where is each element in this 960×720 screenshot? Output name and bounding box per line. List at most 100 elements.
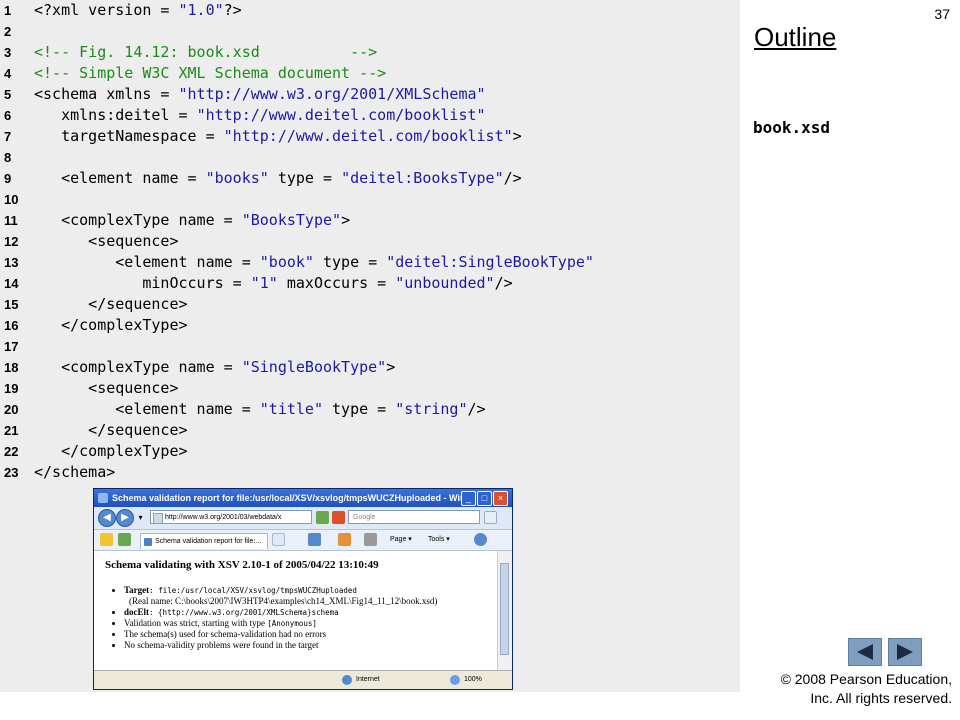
target-real-name: (Real name: C:\books\2007\IW3HTP4\exampl… [129, 596, 438, 606]
code-token: <schema xmlns = [34, 85, 179, 103]
string-token: "1" [250, 274, 278, 292]
line-number: 20 [4, 402, 19, 417]
string-token: "string" [395, 400, 468, 418]
line-number: 13 [4, 255, 19, 270]
string-token: "book" [259, 253, 314, 271]
copyright-line-2: Inc. All rights reserved. [810, 690, 952, 706]
code-text: minOccurs = "1" maxOccurs = "unbounded"/… [34, 273, 513, 294]
help-icon[interactable] [474, 533, 487, 546]
code-text: </complexType> [34, 315, 188, 336]
line-number: 15 [4, 297, 19, 312]
page-menu[interactable]: Page ▾ [390, 534, 412, 546]
tab-label: Schema validation report for file:... [155, 538, 262, 545]
page-content: Schema validating with XSV 2.10-1 of 200… [94, 551, 498, 671]
code-token: type = [268, 169, 342, 187]
line-number: 23 [4, 465, 19, 480]
code-token: </complexType> [34, 316, 188, 334]
command-bar: Schema validation report for file:... Pa… [94, 530, 512, 551]
tab-schema-report[interactable]: Schema validation report for file:... [140, 533, 268, 549]
favorites-star-icon[interactable] [100, 533, 113, 546]
code-token: type = [323, 400, 396, 418]
report-list: Target: file:/usr/local/XSV/xsvlog/tmpsW… [108, 585, 437, 651]
close-window-button[interactable]: × [493, 491, 508, 506]
validation-type: [Anonymous] [267, 619, 317, 628]
feeds-icon[interactable] [338, 533, 351, 546]
code-token: /> [503, 169, 522, 187]
copyright-notice: © 2008 Pearson Education, Inc. All right… [781, 670, 952, 708]
list-item-target: Target: file:/usr/local/XSV/xsvlog/tmpsW… [124, 585, 437, 607]
list-item-validation: Validation was strict, starting with typ… [124, 618, 437, 629]
line-number: 2 [4, 24, 12, 39]
zoom-level[interactable]: 100% [464, 671, 482, 689]
print-icon[interactable] [364, 533, 377, 546]
forward-button[interactable]: ▶ [116, 509, 134, 527]
string-token: "BooksType" [241, 211, 342, 229]
zoom-icon [450, 675, 460, 685]
string-token: "1.0" [178, 1, 224, 19]
string-token: "deitel:BooksType" [341, 169, 504, 187]
security-zone-label: Internet [356, 676, 380, 683]
code-token: maxOccurs = [277, 274, 396, 292]
code-text: <element name = "book" type = "deitel:Si… [34, 252, 594, 273]
line-number: 16 [4, 318, 19, 333]
status-bar: Internet 100% [94, 670, 512, 689]
minimize-button[interactable]: _ [461, 491, 476, 506]
code-token: /> [467, 400, 486, 418]
add-favorites-icon[interactable] [118, 533, 131, 546]
code-token: /> [494, 274, 513, 292]
new-tab-icon[interactable] [272, 533, 285, 546]
refresh-icon[interactable] [316, 511, 329, 524]
address-text: http://www.w3.org/2001/03/webdata/x [165, 514, 282, 521]
previous-slide-button[interactable] [848, 638, 882, 666]
maximize-button[interactable]: □ [477, 491, 492, 506]
report-heading: Schema validating with XSV 2.10-1 of 200… [105, 559, 379, 571]
back-button[interactable]: ◀ [98, 509, 116, 527]
code-text: </sequence> [34, 420, 187, 441]
code-text: xmlns:deitel = "http://www.deitel.com/bo… [34, 105, 486, 126]
line-number: 12 [4, 234, 19, 249]
string-token: "unbounded" [395, 274, 495, 292]
browser-window: Schema validation report for file:/usr/l… [93, 488, 513, 690]
arrow-left-icon [857, 644, 873, 660]
browser-title-bar: Schema validation report for file:/usr/l… [94, 489, 512, 507]
list-item-docelt: docElt: {http://www.w3.org/2001/XMLSchem… [124, 607, 437, 618]
tools-menu[interactable]: Tools ▾ [428, 534, 450, 546]
code-text: <complexType name = "SingleBookType"> [34, 357, 395, 378]
copyright-line-1: © 2008 Pearson Education, [780, 671, 952, 687]
code-token: <element name = [34, 253, 260, 271]
search-input[interactable]: Google [348, 510, 480, 524]
outline-link[interactable]: Outline [754, 22, 836, 53]
code-text: <!-- Fig. 14.12: book.xsd --> [34, 42, 377, 63]
line-number: 22 [4, 444, 19, 459]
comment-token: <!-- Fig. 14.12: book.xsd --> [34, 43, 378, 61]
code-token: <complexType name = [34, 358, 242, 376]
code-token: > [512, 127, 522, 145]
next-slide-button[interactable] [888, 638, 922, 666]
code-token: <?xml version = [34, 1, 179, 19]
arrow-right-icon [897, 644, 913, 660]
line-number: 4 [4, 66, 12, 81]
code-text: </complexType> [34, 441, 188, 462]
line-number: 10 [4, 192, 19, 207]
line-number: 9 [4, 171, 12, 186]
code-text: <?xml version = "1.0"?> [34, 0, 242, 21]
code-text: <!-- Simple W3C XML Schema document --> [34, 63, 386, 84]
line-number: 18 [4, 360, 19, 375]
comment-token: <!-- Simple W3C XML Schema document --> [34, 64, 387, 82]
string-token: "title" [259, 400, 323, 418]
stop-icon[interactable] [332, 511, 345, 524]
vertical-scrollbar[interactable] [497, 551, 512, 671]
code-token: </sequence> [34, 295, 188, 313]
search-icon[interactable] [484, 511, 497, 524]
history-dropdown-icon[interactable]: ▾ [134, 511, 147, 524]
internet-zone-icon [342, 675, 352, 685]
code-token: targetNamespace = [34, 127, 224, 145]
string-token: "http://www.deitel.com/booklist" [196, 106, 486, 124]
address-input[interactable]: http://www.w3.org/2001/03/webdata/x [150, 510, 312, 524]
string-token: "SingleBookType" [241, 358, 387, 376]
scrollbar-thumb[interactable] [500, 563, 509, 655]
code-token: </complexType> [34, 442, 188, 460]
home-icon[interactable] [308, 533, 321, 546]
ie-app-icon [98, 493, 108, 503]
code-token: minOccurs = [34, 274, 251, 292]
